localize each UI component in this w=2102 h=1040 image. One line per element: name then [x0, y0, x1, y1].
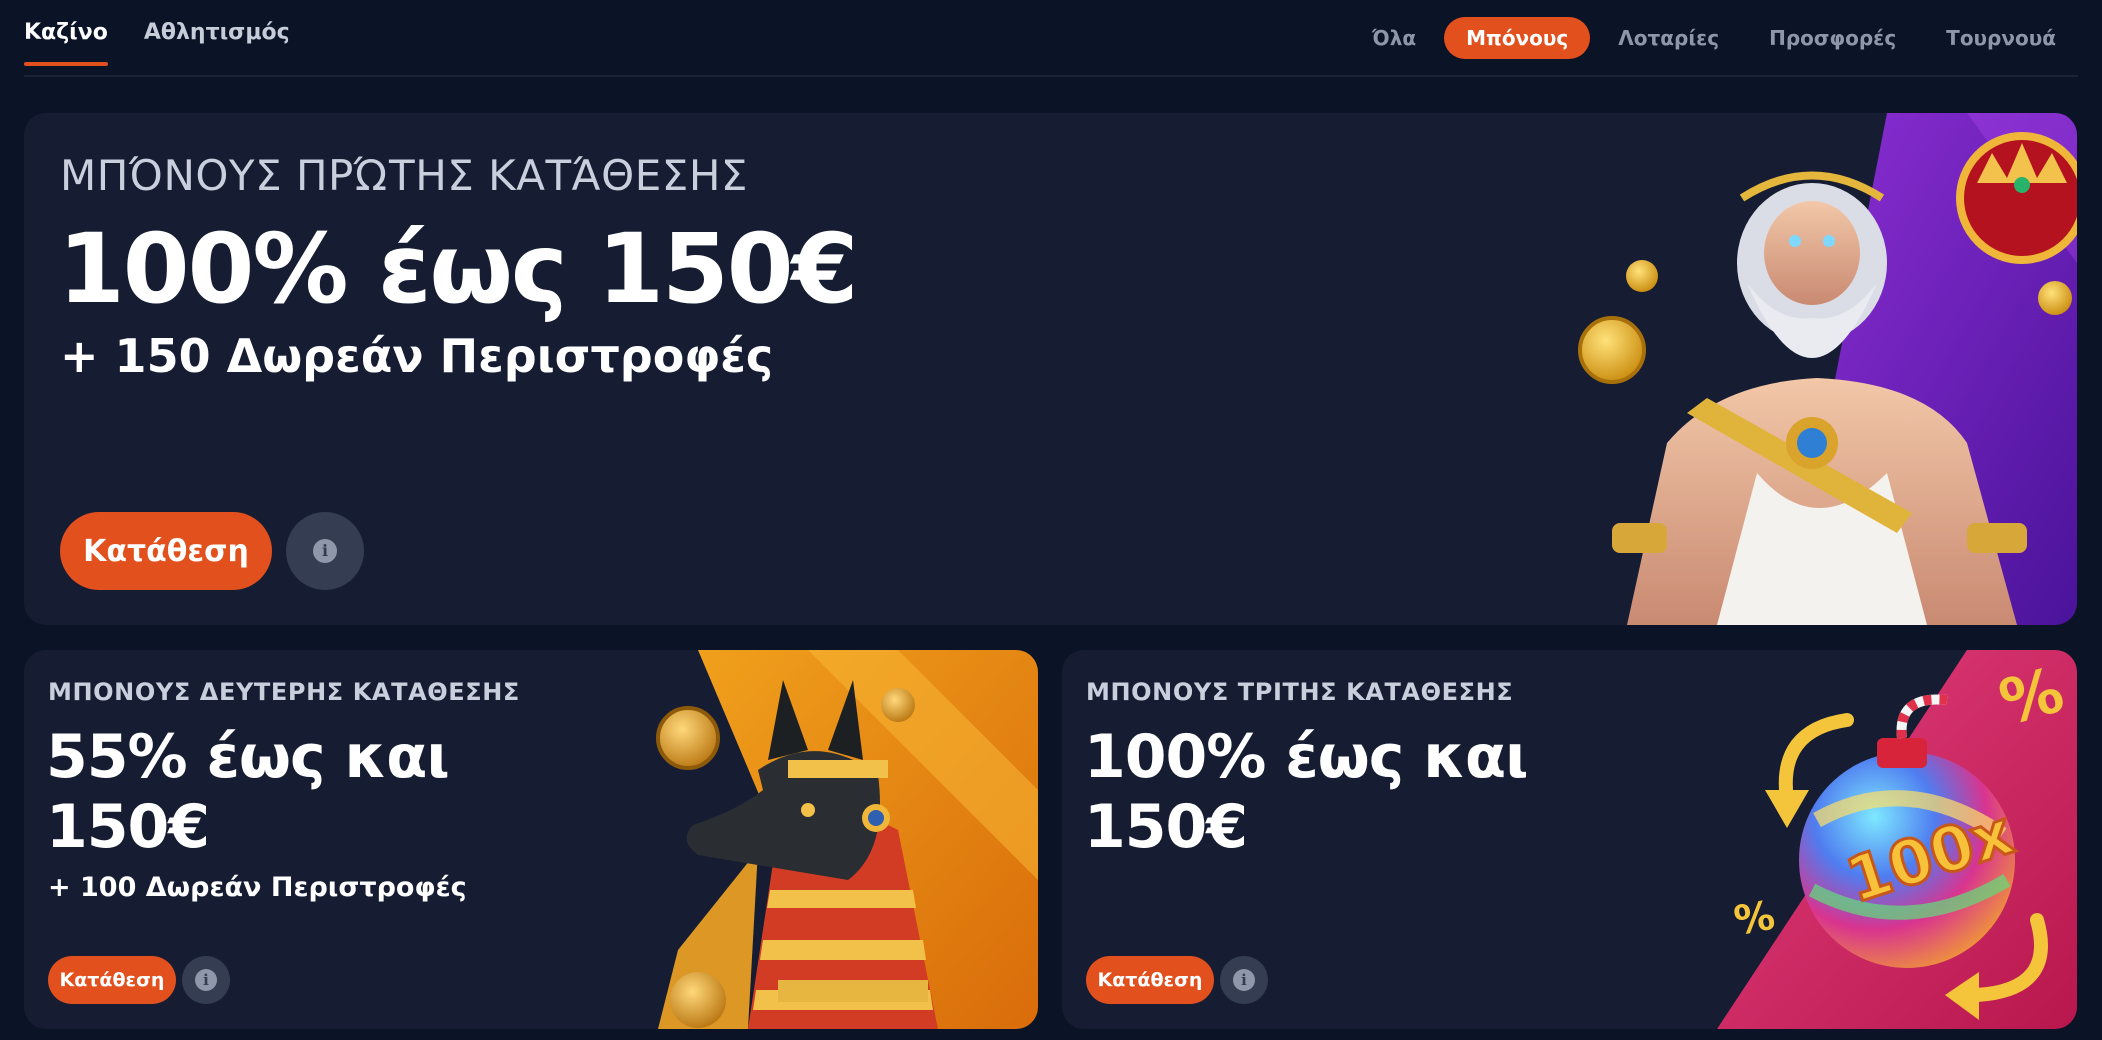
third-deposit-bonus-card: % % 100x ΜΠΟΝΟΥΣ ΤΡΙΤΗΣ ΚΑΤΑΘΕΣΗΣ 100% έ… [1062, 650, 2077, 1029]
candy-bomb-illustration-icon: % % 100x [1717, 650, 2077, 1029]
info-icon: i [195, 969, 217, 991]
main-tabs: Καζίνο Αθλητισμός [24, 20, 290, 66]
info-button[interactable]: i [1220, 956, 1268, 1004]
deposit-button[interactable]: Κατάθεση [1086, 956, 1214, 1004]
bonus-headline: 100% έως 150€ [58, 213, 858, 325]
filter-lotteries[interactable]: Λοταρίες [1596, 17, 1741, 59]
category-filters: Όλα Μπόνους Λοταρίες Προσφορές Τουρνουά [1350, 17, 2078, 59]
card-eyebrow: ΜΠΟΝΟΥΣ ΔΕΥΤΕΡΗΣ ΚΑΤΑΘΕΣΗΣ [48, 678, 520, 706]
info-button[interactable]: i [286, 512, 364, 590]
filter-tournaments[interactable]: Τουρνουά [1924, 17, 2078, 59]
info-button[interactable]: i [182, 956, 230, 1004]
bonus-headline: 100% έως και 150€ [1084, 722, 1528, 862]
filter-all[interactable]: Όλα [1350, 17, 1438, 59]
first-deposit-bonus-card: ΜΠΌΝΟΥΣ ΠΡΏΤΗΣ ΚΑΤΆΘΕΣΗΣ 100% έως 150€ +… [24, 113, 2077, 625]
anubis-illustration-icon [638, 650, 1038, 1029]
free-spins-subline: + 150 Δωρεάν Περιστροφές [60, 329, 774, 383]
tab-sports[interactable]: Αθλητισμός [144, 20, 290, 65]
info-icon: i [313, 539, 337, 563]
filter-offers[interactable]: Προσφορές [1747, 17, 1918, 59]
zeus-illustration-icon [1567, 113, 2077, 625]
tab-casino[interactable]: Καζίνο [24, 20, 108, 66]
filter-bonus[interactable]: Μπόνους [1444, 17, 1591, 59]
bonus-headline: 55% έως και 150€ [46, 722, 450, 862]
bonus-page: Καζίνο Αθλητισμός Όλα Μπόνους Λοταρίες Π… [0, 0, 2102, 1040]
info-icon: i [1233, 969, 1255, 991]
card-eyebrow: ΜΠΌΝΟΥΣ ΠΡΏΤΗΣ ΚΑΤΆΘΕΣΗΣ [60, 151, 748, 200]
svg-text:%: % [1731, 893, 1778, 945]
free-spins-subline: + 100 Δωρεάν Περιστροφές [48, 872, 467, 903]
card-eyebrow: ΜΠΟΝΟΥΣ ΤΡΙΤΗΣ ΚΑΤΑΘΕΣΗΣ [1086, 678, 1514, 706]
second-deposit-bonus-card: ΜΠΟΝΟΥΣ ΔΕΥΤΕΡΗΣ ΚΑΤΑΘΕΣΗΣ 55% έως και 1… [24, 650, 1038, 1029]
top-navigation: Καζίνο Αθλητισμός Όλα Μπόνους Λοταρίες Π… [24, 0, 2078, 77]
deposit-button[interactable]: Κατάθεση [60, 512, 272, 590]
deposit-button[interactable]: Κατάθεση [48, 956, 176, 1004]
